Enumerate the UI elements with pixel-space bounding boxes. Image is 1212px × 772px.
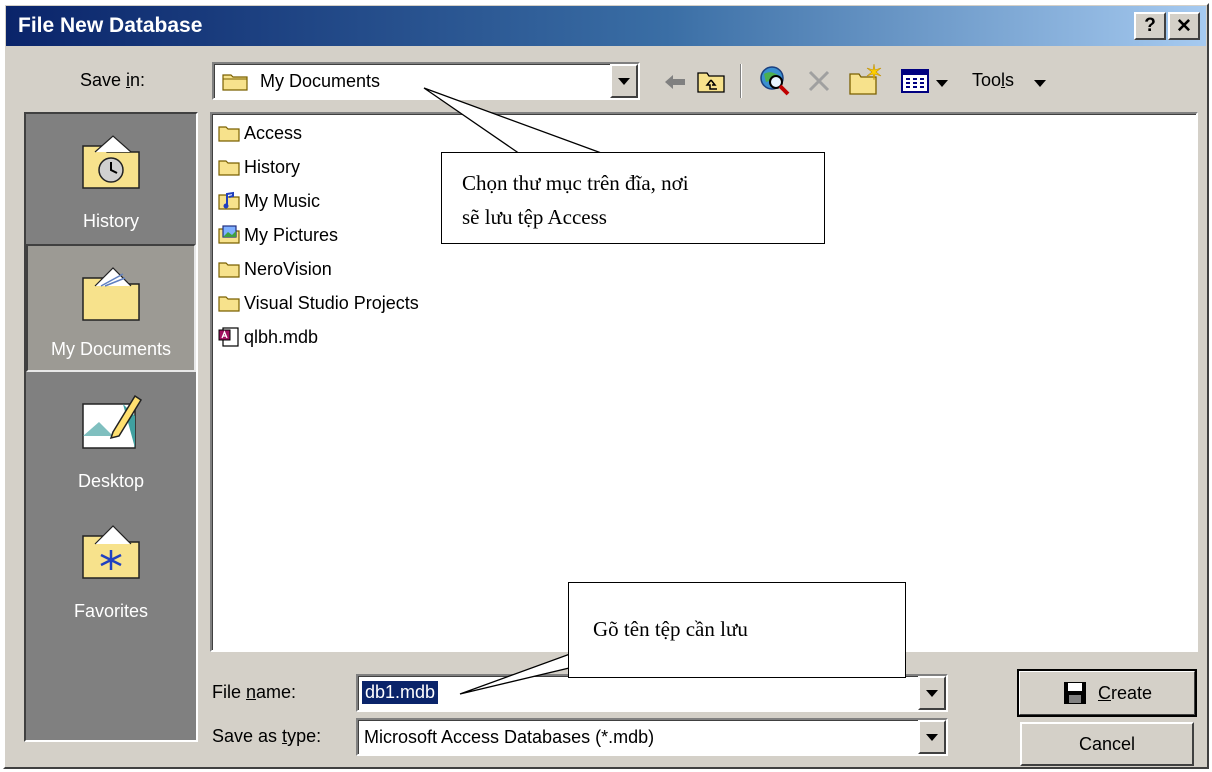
top-callout-pointer — [423, 87, 605, 155]
callout-save-location: Chọn thư mục trên đĩa, nơi sẽ lưu tệp Ac… — [441, 152, 825, 244]
callout-line-2: sẽ lưu tệp Access — [462, 205, 607, 229]
callout-text: Gõ tên tệp cần lưu — [593, 617, 748, 641]
callout-line-1: Chọn thư mục trên đĩa, nơi — [462, 171, 689, 195]
callout-file-name: Gõ tên tệp cần lưu — [568, 582, 906, 678]
